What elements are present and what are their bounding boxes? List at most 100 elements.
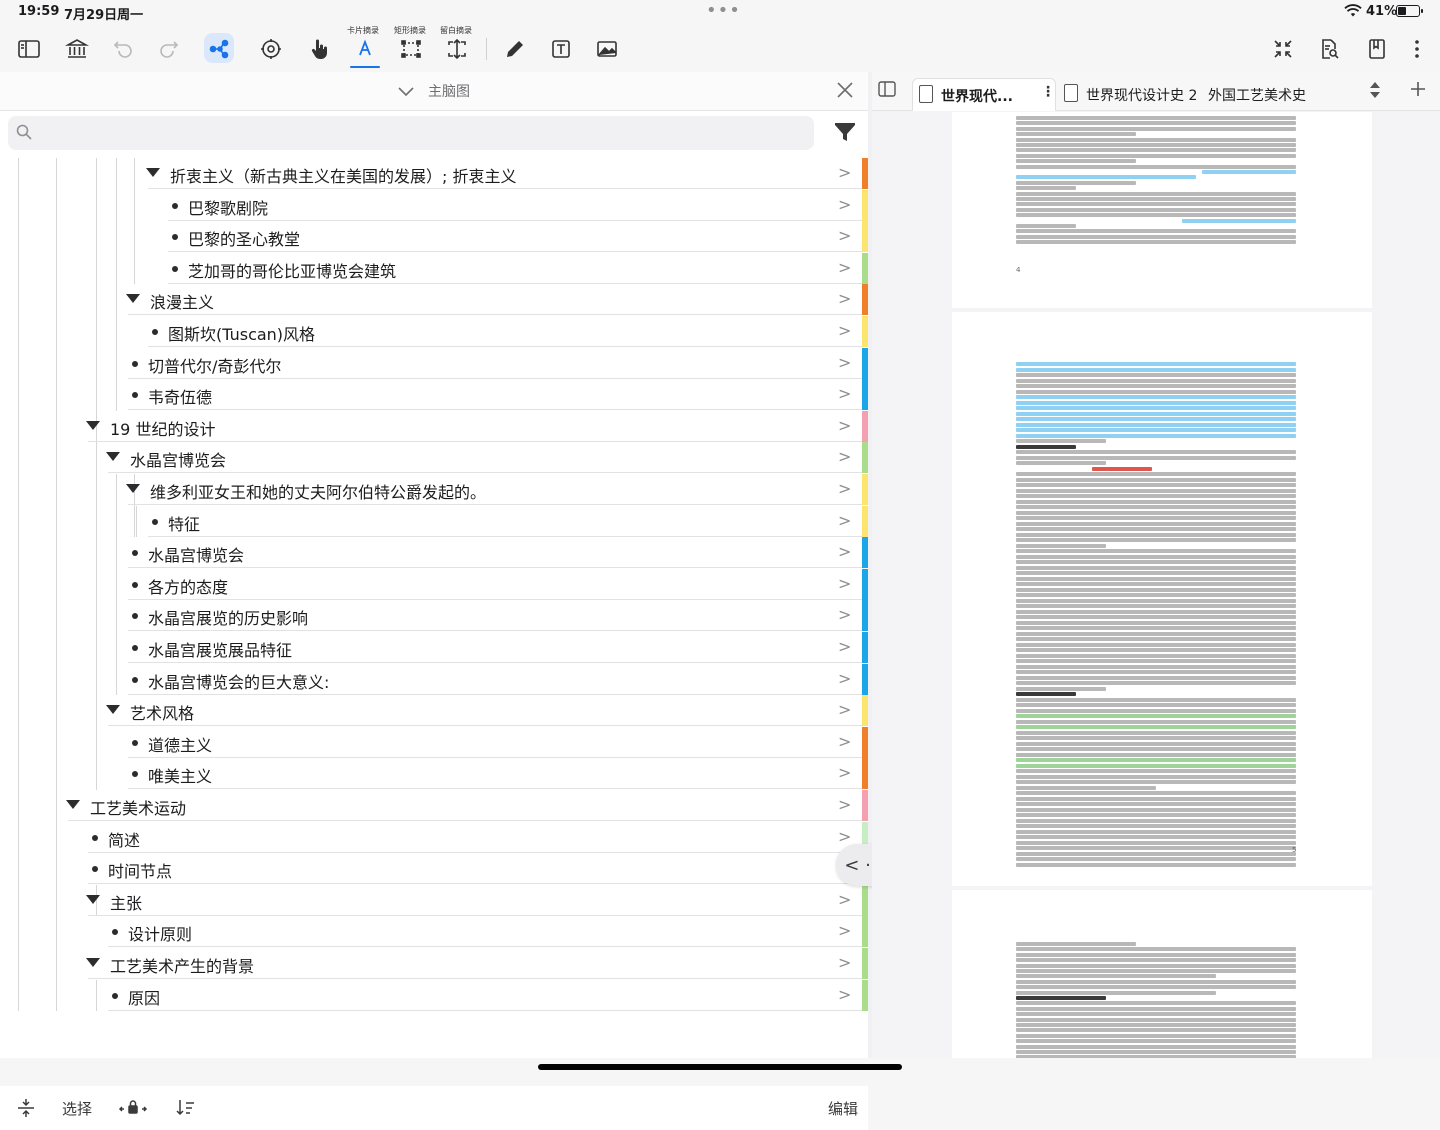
outline-node[interactable]: 艺术风格 >: [0, 695, 868, 727]
outline-node[interactable]: 折衷主义（新古典主义在美国的发展）; 折衷主义 >: [0, 158, 868, 189]
outline-node[interactable]: 特征 >: [0, 505, 868, 537]
pdf-page-4[interactable]: 4: [952, 112, 1372, 308]
outline-node[interactable]: 巴黎歌剧院 >: [0, 189, 868, 221]
hand-tool-button[interactable]: [304, 26, 334, 72]
chevron-down-icon[interactable]: [396, 81, 416, 105]
review-button[interactable]: [256, 26, 286, 72]
outline-node[interactable]: 各方的态度 >: [0, 568, 868, 600]
pen-button[interactable]: [500, 26, 530, 72]
chevron-right-icon[interactable]: >: [838, 353, 851, 372]
sort-button[interactable]: [176, 1098, 196, 1122]
outline-node[interactable]: 水晶宫博览会 >: [0, 537, 868, 569]
outline-node[interactable]: 水晶宫展览展品特征 >: [0, 632, 868, 663]
collapse-triangle-icon[interactable]: [106, 452, 120, 462]
chevron-right-icon[interactable]: >: [838, 321, 851, 340]
chevron-right-icon[interactable]: >: [838, 195, 851, 214]
chevron-right-icon[interactable]: >: [838, 795, 851, 814]
collapse-triangle-icon[interactable]: [146, 168, 160, 177]
outline-node[interactable]: 芝加哥的哥伦比亚博览会建筑 >: [0, 252, 868, 284]
outline-node[interactable]: 主张 >: [0, 884, 868, 916]
pdf-page-5[interactable]: 5: [952, 312, 1372, 886]
chevron-right-icon[interactable]: >: [838, 605, 851, 624]
sidebar-toggle-button[interactable]: [14, 26, 44, 72]
outline-node[interactable]: 设计原则 >: [0, 916, 868, 948]
collapse-triangle-icon[interactable]: [66, 800, 80, 809]
tab-sort-icon[interactable]: [1368, 81, 1382, 103]
redo-button[interactable]: [154, 26, 184, 72]
chevron-right-icon[interactable]: >: [838, 669, 851, 688]
expand-collapse-button[interactable]: [16, 1098, 36, 1122]
collapse-triangle-icon[interactable]: [106, 705, 120, 715]
chevron-right-icon[interactable]: >: [838, 700, 851, 719]
fullscreen-button[interactable]: [1268, 26, 1298, 72]
outline-node[interactable]: 工艺美术运动 >: [0, 790, 868, 821]
pdf-page-6[interactable]: [952, 890, 1372, 1058]
outline-node[interactable]: 水晶宫展览的历史影响 >: [0, 600, 868, 632]
blank-excerpt-button[interactable]: [442, 26, 472, 72]
chevron-right-icon[interactable]: >: [838, 258, 851, 277]
chevron-right-icon[interactable]: >: [838, 574, 851, 593]
chevron-right-icon[interactable]: >: [838, 479, 851, 498]
edit-button[interactable]: 编辑: [828, 1098, 858, 1119]
outline-node[interactable]: 时间节点>: [0, 853, 868, 885]
outline-node[interactable]: 原因 >: [0, 979, 868, 1011]
tab-document-3[interactable]: 外国工艺美术史: [1208, 78, 1328, 110]
outline-node[interactable]: 水晶宫博览会 >: [0, 442, 868, 474]
outline-node[interactable]: 切普代尔/奇彭代尔 >: [0, 347, 868, 379]
chevron-right-icon[interactable]: >: [838, 416, 851, 435]
mindmap-title[interactable]: 主脑图: [428, 81, 470, 101]
close-icon[interactable]: [836, 81, 854, 103]
add-tab-icon[interactable]: [1410, 81, 1426, 101]
chevron-right-icon[interactable]: >: [838, 953, 851, 972]
more-button[interactable]: [1402, 26, 1432, 72]
chevron-right-icon[interactable]: >: [838, 827, 851, 846]
collapse-triangle-icon[interactable]: [86, 958, 100, 967]
outline-node[interactable]: 图斯坎(Tuscan)风格 >: [0, 316, 868, 347]
outline-search-input[interactable]: [8, 116, 814, 150]
chevron-right-icon[interactable]: >: [838, 226, 851, 245]
chevron-right-icon[interactable]: >: [838, 763, 851, 782]
outline-node[interactable]: 19 世纪的设计 >: [0, 410, 868, 442]
collapse-triangle-icon[interactable]: [126, 484, 140, 493]
chevron-right-icon[interactable]: >: [838, 921, 851, 940]
document-search-button[interactable]: [1314, 26, 1344, 72]
select-button[interactable]: 选择: [62, 1098, 92, 1119]
mindmap-toggle-button[interactable]: [202, 26, 236, 72]
chevron-right-icon[interactable]: >: [838, 289, 851, 308]
tab-document-1[interactable]: 世界现代... ⋮: [912, 78, 1056, 111]
undo-button[interactable]: [108, 26, 138, 72]
chevron-right-icon[interactable]: >: [838, 163, 851, 182]
lock-move-button[interactable]: [118, 1098, 148, 1122]
rect-excerpt-button[interactable]: [396, 26, 426, 72]
outline-node[interactable]: 维多利亚女王和她的丈夫阿尔伯特公爵发起的。 >: [0, 474, 868, 505]
tab-document-2[interactable]: 世界现代设计史 2: [1060, 78, 1200, 110]
outline-node[interactable]: 水晶宫博览会的巨大意义: >: [0, 663, 868, 695]
collapse-triangle-icon[interactable]: [86, 894, 100, 904]
chevron-right-icon[interactable]: >: [838, 732, 851, 751]
split-view-icon[interactable]: [878, 81, 896, 101]
text-box-button[interactable]: [546, 26, 576, 72]
chevron-right-icon[interactable]: >: [838, 985, 851, 1004]
chevron-right-icon[interactable]: >: [838, 637, 851, 656]
outline-node[interactable]: 浪漫主义 >: [0, 284, 868, 316]
outline-node[interactable]: 韦奇伍德 >: [0, 379, 868, 411]
chevron-right-icon[interactable]: >: [838, 890, 851, 909]
outline-node[interactable]: 巴黎的圣心教堂 >: [0, 221, 868, 253]
multitasking-dots-icon[interactable]: •••: [706, 0, 741, 21]
chevron-right-icon[interactable]: >: [838, 384, 851, 403]
image-button[interactable]: [592, 26, 622, 72]
chevron-right-icon[interactable]: >: [838, 542, 851, 561]
outline-node[interactable]: 道德主义 >: [0, 726, 868, 758]
outline-node[interactable]: 唯美主义 >: [0, 758, 868, 790]
outline-node[interactable]: 简述 >: [0, 821, 868, 853]
library-button[interactable]: [62, 26, 92, 72]
collapse-triangle-icon[interactable]: [86, 420, 100, 430]
tab-more-icon[interactable]: ⋮: [1041, 84, 1055, 100]
card-excerpt-button[interactable]: [348, 26, 382, 72]
filter-icon[interactable]: [834, 123, 856, 147]
chevron-right-icon[interactable]: >: [838, 511, 851, 530]
chevron-right-icon[interactable]: >: [838, 447, 851, 466]
bookmark-button[interactable]: [1362, 26, 1392, 72]
collapse-triangle-icon[interactable]: [126, 294, 140, 304]
home-indicator[interactable]: [538, 1064, 902, 1070]
